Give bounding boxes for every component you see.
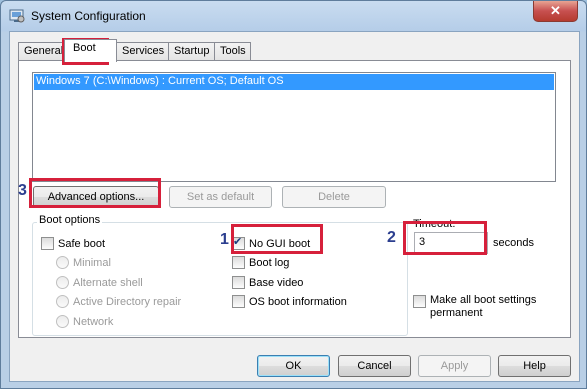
tab-tools-label: Tools (220, 45, 246, 57)
base-video-box[interactable] (232, 276, 245, 289)
base-video-label: Base video (249, 276, 304, 289)
make-permanent-label-line2: permanent (430, 307, 483, 319)
radio-minimal-label: Minimal (73, 256, 111, 269)
window-title: System Configuration (31, 9, 146, 23)
timeout-input[interactable]: 3 (414, 232, 488, 254)
make-permanent-label: Make all boot settings permanent (430, 294, 536, 320)
set-as-default-button[interactable]: Set as default (169, 186, 272, 208)
boot-os-list[interactable]: Windows 7 (C:\Windows) : Current OS; Def… (32, 72, 556, 182)
tab-services[interactable]: Services (116, 42, 169, 61)
radio-alternate-shell-dot[interactable] (56, 276, 69, 289)
annotation-number-3: 3 (18, 182, 27, 199)
msconfig-app-icon (9, 9, 25, 23)
safe-boot-box[interactable] (41, 237, 54, 250)
timeout-label: Timeout: (413, 218, 456, 230)
boot-options-group-label: Boot options (37, 214, 103, 226)
os-boot-information-label: OS boot information (249, 295, 347, 308)
list-item[interactable]: Windows 7 (C:\Windows) : Current OS; Def… (34, 74, 554, 90)
close-icon: ✕ (550, 3, 561, 18)
help-button[interactable]: Help (498, 355, 571, 377)
os-boot-information-checkbox[interactable]: OS boot information (232, 295, 347, 308)
tab-tools[interactable]: Tools (214, 42, 251, 61)
advanced-options-button[interactable]: Advanced options... (33, 186, 159, 208)
system-configuration-window: System Configuration ✕ General Boot Serv… (0, 0, 587, 389)
ok-button[interactable]: OK (257, 355, 330, 377)
base-video-checkbox[interactable]: Base video (232, 276, 303, 289)
apply-button[interactable]: Apply (418, 355, 491, 377)
tab-boot-label: Boot (73, 42, 96, 54)
boot-tab-panel: Windows 7 (C:\Windows) : Current OS; Def… (18, 60, 571, 338)
annotation-number-1: 1 (220, 231, 229, 248)
radio-network-dot[interactable] (56, 315, 69, 328)
delete-button[interactable]: Delete (282, 186, 386, 208)
close-button[interactable]: ✕ (533, 1, 578, 22)
radio-alternate-shell[interactable]: Alternate shell (56, 276, 143, 289)
tab-general-label: General (24, 45, 64, 57)
timeout-unit-label: seconds (493, 237, 534, 249)
safe-boot-checkbox[interactable]: Safe boot (41, 237, 105, 250)
tab-startup[interactable]: Startup (168, 42, 215, 61)
tab-general[interactable]: General (18, 42, 65, 61)
radio-minimal-dot[interactable] (56, 256, 69, 269)
boot-log-checkbox[interactable]: Boot log (232, 256, 289, 269)
dialog-client-area: General Boot Services Startup Tools Wind… (9, 31, 580, 382)
no-gui-boot-label: No GUI boot (249, 237, 311, 250)
no-gui-boot-checkbox[interactable]: No GUI boot (232, 235, 311, 250)
radio-alternate-shell-label: Alternate shell (73, 276, 143, 289)
radio-active-directory-repair-label: Active Directory repair (73, 295, 182, 308)
radio-network[interactable]: Network (56, 315, 113, 328)
radio-minimal[interactable]: Minimal (56, 256, 111, 269)
make-permanent-checkbox[interactable]: Make all boot settings permanent (413, 294, 536, 320)
make-permanent-label-line1: Make all boot settings (430, 294, 537, 306)
annotation-number-2: 2 (387, 229, 396, 246)
radio-network-label: Network (73, 315, 114, 328)
boot-log-box[interactable] (232, 256, 245, 269)
tab-services-label: Services (122, 45, 165, 57)
tab-boot[interactable]: Boot (64, 39, 117, 62)
tab-startup-label: Startup (174, 45, 210, 57)
safe-boot-label: Safe boot (58, 237, 106, 250)
cancel-button[interactable]: Cancel (338, 355, 411, 377)
radio-active-directory-repair-dot[interactable] (56, 295, 69, 308)
title-bar[interactable]: System Configuration ✕ (1, 1, 586, 31)
boot-log-label: Boot log (249, 256, 290, 269)
radio-active-directory-repair[interactable]: Active Directory repair (56, 295, 181, 308)
make-permanent-box[interactable] (413, 295, 426, 308)
os-boot-information-box[interactable] (232, 295, 245, 308)
no-gui-boot-box[interactable] (232, 235, 245, 250)
